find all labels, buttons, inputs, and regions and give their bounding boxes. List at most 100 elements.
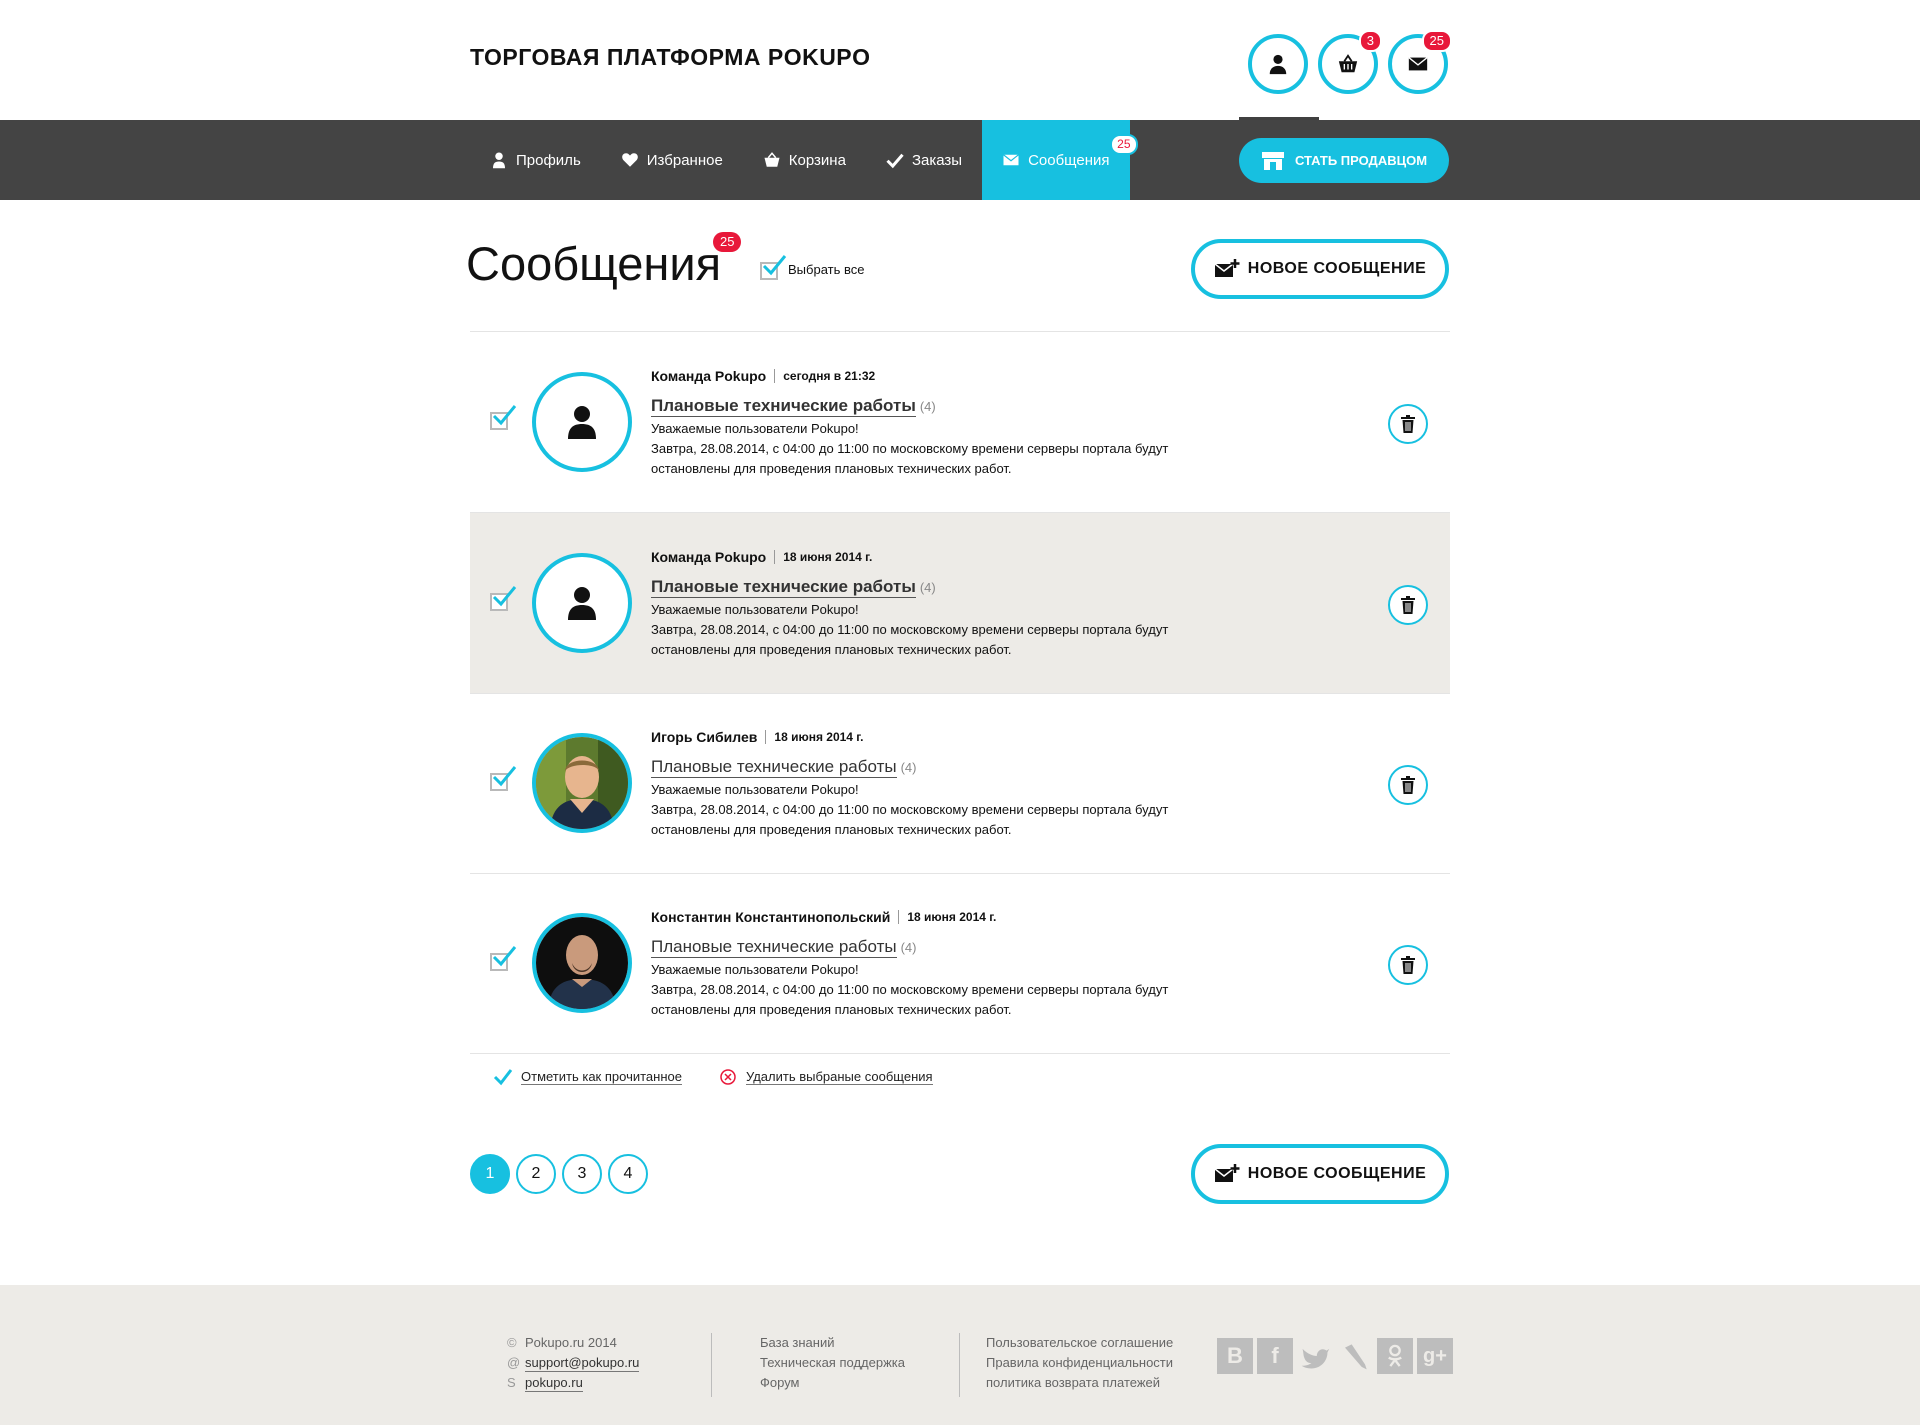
footer-copyright: Pokupo.ru 2014 xyxy=(525,1335,617,1350)
message-subject-link[interactable]: Плановые технические работы xyxy=(651,577,916,598)
footer-divider xyxy=(711,1333,712,1397)
new-message-button-bottom[interactable]: НОВОЕ СООБЩЕНИЕ xyxy=(1191,1144,1449,1204)
nav-item-label: Корзина xyxy=(788,151,846,169)
message-date: 18 июня 2014 г. xyxy=(774,730,864,744)
nav-item-cart[interactable]: Корзина xyxy=(743,120,866,200)
message-subject-link[interactable]: Плановые технические работы xyxy=(651,937,897,958)
nav-item-messages[interactable]: Сообщения 25 xyxy=(982,120,1138,200)
check-icon xyxy=(493,1069,513,1086)
message-text-line: Завтра, 28.08.2014, с 04:00 до 11:00 по … xyxy=(651,441,1169,456)
avatar-photo[interactable] xyxy=(532,733,632,833)
message-author[interactable]: Команда Pokupo xyxy=(651,549,766,565)
message-date: 18 июня 2014 г. xyxy=(783,550,873,564)
message-subject-link[interactable]: Плановые технические работы xyxy=(651,396,916,417)
footer-contacts: © Pokupo.ru 2014 @ support@pokupo.ru Spoku… xyxy=(507,1333,640,1393)
message-author[interactable]: Константин Константинопольский xyxy=(651,909,890,925)
delete-selected-label: Удалить выбраные сообщения xyxy=(745,1069,933,1085)
footer-link[interactable]: Правила конфиденциальности xyxy=(986,1353,1173,1373)
avatar[interactable] xyxy=(532,553,632,653)
nav-item-profile[interactable]: Профиль xyxy=(470,120,601,200)
delete-message-button[interactable] xyxy=(1388,765,1428,805)
avatar-photo[interactable] xyxy=(532,913,632,1013)
user-icon xyxy=(493,152,505,169)
message-row[interactable]: Команда Pokupo 18 июня 2014 г. Плановые … xyxy=(470,513,1450,693)
page-button[interactable]: 3 xyxy=(562,1154,602,1194)
messages-total-badge: 25 xyxy=(713,232,742,252)
message-checkbox[interactable] xyxy=(490,405,517,430)
check-icon xyxy=(492,586,517,607)
nav-item-favorites[interactable]: Избранное xyxy=(601,120,743,200)
message-reply-count: (4) xyxy=(919,399,936,414)
livejournal-icon[interactable] xyxy=(1337,1338,1373,1374)
mail-icon xyxy=(1408,57,1428,71)
profile-button[interactable] xyxy=(1248,34,1308,94)
googleplus-icon[interactable]: g+ xyxy=(1417,1338,1453,1374)
message-text-line: остановлены для проведения плановых техн… xyxy=(651,1002,1012,1017)
page-button[interactable]: 4 xyxy=(608,1154,648,1194)
check-icon xyxy=(492,766,517,787)
message-row[interactable]: Команда Pokupo сегодня в 21:32 Плановые … xyxy=(470,332,1450,512)
footer-link[interactable]: Форум xyxy=(760,1373,905,1393)
message-author[interactable]: Команда Pokupo xyxy=(651,368,766,384)
messages-count-badge: 25 xyxy=(1421,30,1452,52)
delete-selected-action[interactable]: Удалить выбраные сообщения xyxy=(718,1068,933,1086)
message-text-line: Завтра, 28.08.2014, с 04:00 до 11:00 по … xyxy=(651,802,1169,817)
message-subject-link[interactable]: Плановые технические работы xyxy=(651,757,897,778)
message-checkbox[interactable] xyxy=(490,946,517,971)
separator xyxy=(774,369,776,383)
trash-icon xyxy=(1401,956,1415,974)
new-mail-icon xyxy=(1214,259,1240,277)
separator xyxy=(765,730,767,744)
become-seller-button[interactable]: СТАТЬ ПРОДАВЦОМ xyxy=(1239,138,1449,183)
site-title[interactable]: ТОРГОВАЯ ПЛАТФОРМА POKUPO xyxy=(470,44,871,71)
mark-read-action[interactable]: Отметить как прочитанное xyxy=(493,1068,682,1086)
top-icon-bar: 3 25 xyxy=(1248,30,1452,94)
avatar[interactable] xyxy=(532,372,632,472)
messages-button[interactable]: 25 xyxy=(1388,30,1452,94)
message-author[interactable]: Игорь Сибилев xyxy=(651,729,757,745)
page-button[interactable]: 1 xyxy=(470,1154,510,1194)
user-icon xyxy=(1269,54,1287,75)
footer-divider xyxy=(959,1333,960,1397)
select-all-label: Выбрать все xyxy=(788,261,865,277)
basket-icon xyxy=(764,152,780,167)
message-date: сегодня в 21:32 xyxy=(783,369,876,383)
message-text-line: Уважаемые пользователи Pokupo! xyxy=(651,962,859,977)
message-text-line: Завтра, 28.08.2014, с 04:00 до 11:00 по … xyxy=(651,622,1169,637)
separator xyxy=(774,550,776,564)
vk-icon[interactable]: B xyxy=(1217,1338,1253,1374)
delete-message-button[interactable] xyxy=(1388,404,1428,444)
basket-icon xyxy=(1338,54,1358,73)
odnoklassniki-icon[interactable] xyxy=(1377,1338,1413,1374)
twitter-icon[interactable] xyxy=(1297,1338,1333,1374)
facebook-icon[interactable]: f xyxy=(1257,1338,1293,1374)
mail-icon xyxy=(1003,154,1019,166)
message-date: 18 июня 2014 г. xyxy=(907,910,997,924)
message-checkbox[interactable] xyxy=(490,766,517,791)
footer-skype-link[interactable]: pokupo.ru xyxy=(525,1375,583,1392)
skype-icon: S xyxy=(507,1375,516,1390)
delete-message-button[interactable] xyxy=(1388,945,1428,985)
check-icon xyxy=(492,946,517,967)
select-all-checkbox[interactable] xyxy=(760,255,787,280)
select-all[interactable]: Выбрать все xyxy=(760,255,865,280)
delete-circle-icon xyxy=(720,1069,736,1085)
new-message-button[interactable]: НОВОЕ СООБЩЕНИЕ xyxy=(1191,239,1449,299)
message-text-line: остановлены для проведения плановых техн… xyxy=(651,461,1012,476)
nav-item-orders[interactable]: Заказы xyxy=(866,120,982,200)
cart-button[interactable]: 3 xyxy=(1318,30,1382,94)
pagination: 1 2 3 4 xyxy=(470,1154,648,1194)
message-text-line: остановлены для проведения плановых техн… xyxy=(651,642,1012,657)
message-checkbox[interactable] xyxy=(490,586,517,611)
footer-link[interactable]: Техническая поддержка xyxy=(760,1353,905,1373)
social-links: B f g+ xyxy=(1217,1338,1453,1374)
footer-link[interactable]: Пользовательское соглашение xyxy=(986,1333,1173,1353)
page-button[interactable]: 2 xyxy=(516,1154,556,1194)
footer-link[interactable]: политика возврата платежей xyxy=(986,1373,1173,1393)
message-row[interactable]: Константин Константинопольский 18 июня 2… xyxy=(470,873,1450,1053)
footer-link[interactable]: База знаний xyxy=(760,1333,905,1353)
message-row[interactable]: Игорь Сибилев 18 июня 2014 г. Плановые т… xyxy=(470,693,1450,873)
trash-icon xyxy=(1401,596,1415,614)
delete-message-button[interactable] xyxy=(1388,585,1428,625)
footer-email-link[interactable]: support@pokupo.ru xyxy=(525,1355,640,1372)
